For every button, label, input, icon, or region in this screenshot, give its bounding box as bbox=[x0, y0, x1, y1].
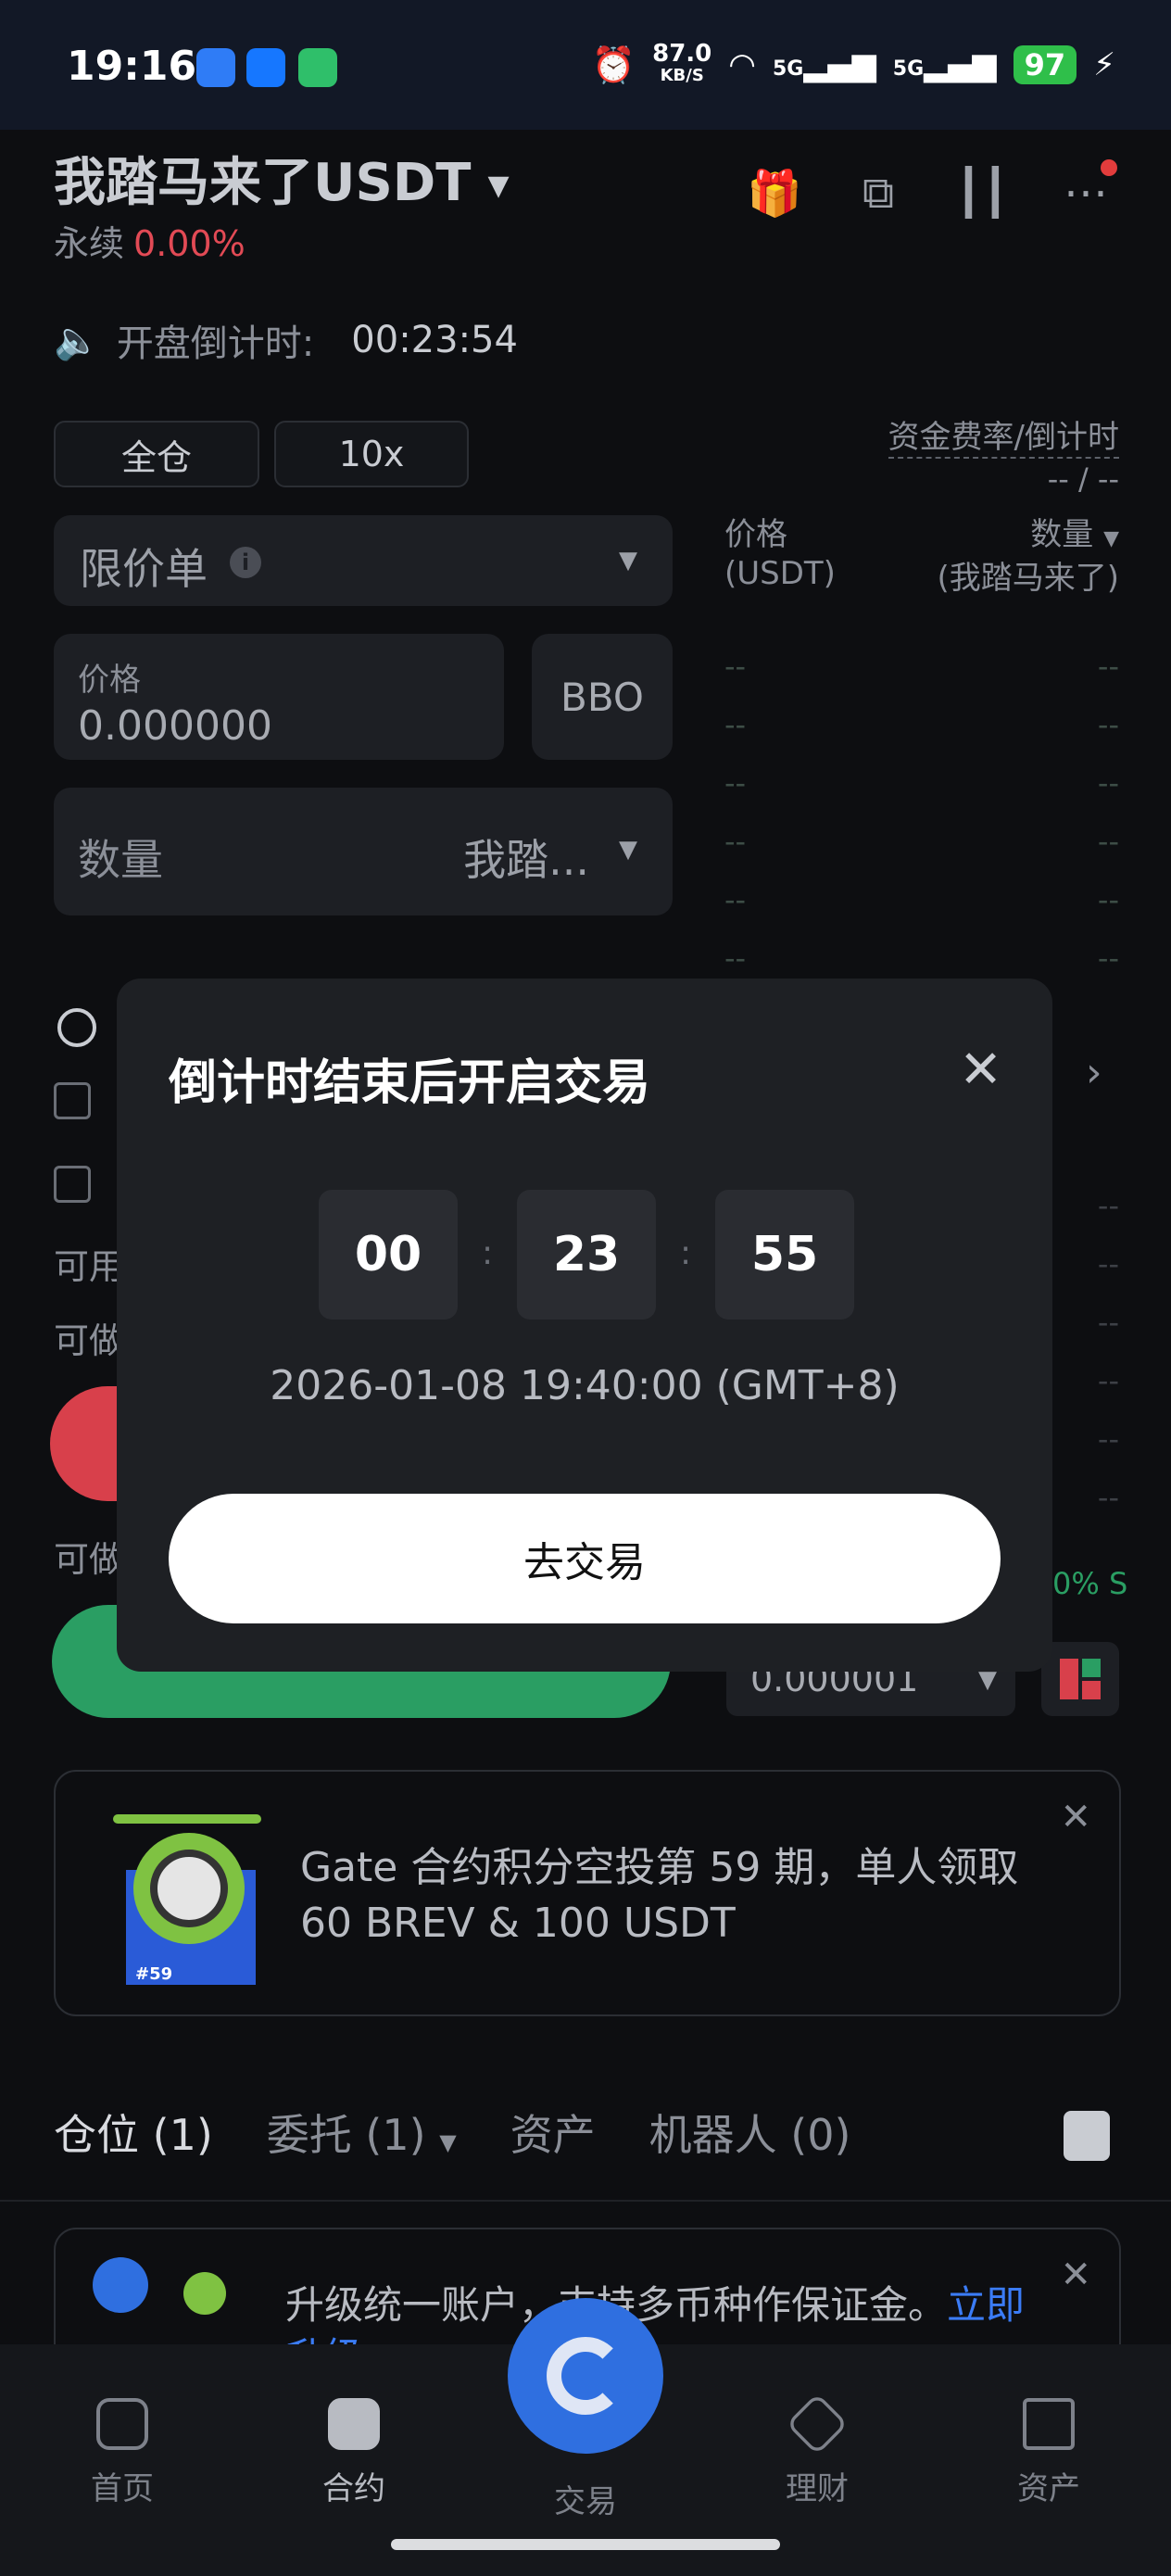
orderbook-asks-qty: -- -- -- -- -- -- bbox=[1097, 649, 1119, 976]
battery-indicator: 97 bbox=[1013, 45, 1077, 84]
promo-text: Gate 合约积分空投第 59 期，单人领取 60 BREV & 100 USD… bbox=[300, 1844, 1019, 1947]
chevron-down-icon: ▼ bbox=[619, 836, 637, 864]
margin-mode-button[interactable]: 全仓 bbox=[54, 421, 259, 487]
status-time: 19:16 bbox=[67, 43, 197, 90]
wallet-app-icon bbox=[298, 48, 337, 87]
tab-assets[interactable]: 资产 bbox=[510, 2102, 596, 2163]
countdown-modal: 倒计时结束后开启交易 ✕ 00 : 23 : 55 2026-01-08 19:… bbox=[117, 979, 1052, 1672]
info-icon[interactable]: i bbox=[230, 547, 261, 578]
chevron-down-icon: ▼ bbox=[619, 547, 637, 575]
orderbook-asks-prices: -- -- -- -- -- -- bbox=[724, 649, 747, 976]
contract-type: 永续 bbox=[54, 223, 125, 264]
alarm-icon: ⏰ bbox=[591, 44, 636, 85]
close-icon[interactable]: ✕ bbox=[959, 1040, 1002, 1100]
more-icon[interactable]: ⋯ bbox=[1058, 159, 1117, 222]
charging-icon: ⚡ bbox=[1093, 46, 1115, 83]
gate-app-icon bbox=[196, 48, 235, 87]
pair-name: 我踏马来了USDT bbox=[54, 153, 472, 213]
time-separator: : bbox=[680, 1234, 692, 1272]
orderbook-price-header: 价格 (USDT) bbox=[724, 516, 836, 592]
funding-rate-value: -- / -- bbox=[1047, 461, 1119, 497]
order-type-label: 限价单 bbox=[80, 544, 208, 594]
price-change: 0.00% bbox=[133, 223, 246, 264]
wallet-icon bbox=[1023, 2398, 1075, 2450]
max-open-label: 可做 bbox=[54, 1320, 125, 1361]
tab-positions[interactable]: 仓位 (1) bbox=[54, 2102, 213, 2163]
close-icon[interactable]: ✕ bbox=[1060, 2254, 1091, 2296]
bbo-button[interactable]: BBO bbox=[532, 634, 673, 760]
signal-icon: 5G▂▄▆ bbox=[772, 46, 876, 83]
quantity-slider[interactable] bbox=[57, 1008, 96, 1047]
gift-icon[interactable]: 🎁 bbox=[747, 167, 802, 222]
nav-futures[interactable]: 合约 bbox=[289, 2398, 419, 2508]
home-icon bbox=[96, 2398, 148, 2450]
max-open-label-2: 可做 bbox=[54, 1539, 125, 1580]
orderbook-bids-qty: -- -- -- -- -- -- bbox=[1097, 1188, 1119, 1515]
notification-dot bbox=[1101, 159, 1117, 176]
chevron-right-icon[interactable]: › bbox=[1086, 1049, 1102, 1096]
quantity-label: 数量 bbox=[78, 835, 163, 885]
candlestick-icon[interactable]: ┃┃ bbox=[954, 167, 1010, 222]
countdown-label: 开盘倒计时: bbox=[116, 322, 315, 365]
time-separator: : bbox=[482, 1234, 494, 1272]
nav-assets[interactable]: 资产 bbox=[984, 2398, 1114, 2508]
status-bar: 19:16 ⏰ 87.0 KB/S ◠ 5G▂▄▆ 5G▂▄▆ 97 ⚡ bbox=[0, 0, 1171, 130]
position-tabs: 仓位 (1) 委托 (1) ▼ 资产 机器人 (0) bbox=[54, 2102, 850, 2163]
orderbook-qty-header[interactable]: 数量 ▼ (我踏马来了) bbox=[937, 515, 1119, 598]
pair-selector[interactable]: 我踏马来了USDT ▼ bbox=[54, 141, 510, 216]
contract-info: 永续 0.00% bbox=[54, 215, 246, 266]
trade-fab-button[interactable] bbox=[508, 2298, 663, 2454]
quantity-unit[interactable]: 我踏... bbox=[463, 827, 589, 888]
promo-illustration: #59 bbox=[113, 1809, 261, 1985]
history-icon[interactable] bbox=[1064, 2111, 1110, 2161]
gate-logo-icon bbox=[547, 2337, 624, 2415]
nav-trade[interactable]: 交易 bbox=[521, 2476, 650, 2521]
futures-icon bbox=[328, 2398, 380, 2450]
buy-sell-ratio: 0% S bbox=[1052, 1566, 1128, 1601]
price-input[interactable]: 价格 0.000000 bbox=[54, 634, 504, 760]
go-trade-button[interactable]: 去交易 bbox=[169, 1494, 1001, 1623]
alipay-icon bbox=[246, 48, 285, 87]
nav-home[interactable]: 首页 bbox=[57, 2398, 187, 2508]
quantity-input[interactable]: 数量 我踏... ▼ bbox=[54, 788, 673, 915]
signal-icon-2: 5G▂▄▆ bbox=[892, 46, 997, 83]
close-icon[interactable]: ✕ bbox=[1060, 1796, 1091, 1838]
status-indicators: ⏰ 87.0 KB/S ◠ 5G▂▄▆ 5G▂▄▆ 97 ⚡ bbox=[591, 40, 1115, 87]
open-countdown: 🔈 开盘倒计时: 00:23:54 bbox=[54, 313, 518, 367]
open-datetime: 2026-01-08 19:40:00 (GMT+8) bbox=[270, 1362, 900, 1409]
price-value: 0.000000 bbox=[78, 702, 272, 750]
airdrop-promo-banner[interactable]: #59 Gate 合约积分空投第 59 期，单人领取 60 BREV & 100… bbox=[54, 1770, 1121, 2016]
speaker-icon: 🔈 bbox=[54, 319, 100, 362]
available-label: 可用 bbox=[54, 1246, 125, 1287]
home-indicator bbox=[391, 2539, 780, 2550]
tpsl-checkbox[interactable] bbox=[54, 1082, 91, 1119]
reduce-only-checkbox[interactable] bbox=[54, 1166, 91, 1203]
countdown-value: 00:23:54 bbox=[351, 319, 518, 361]
chart-settings-icon[interactable]: ⧉ bbox=[850, 167, 906, 222]
leverage-button[interactable]: 10x bbox=[274, 421, 469, 487]
price-label: 价格 bbox=[78, 662, 141, 699]
chevron-down-icon: ▼ bbox=[487, 170, 510, 203]
upgrade-illustration-dot bbox=[183, 2272, 226, 2315]
countdown-hours: 00 bbox=[319, 1190, 458, 1320]
funding-rate-label[interactable]: 资金费率/倒计时 bbox=[888, 411, 1119, 459]
countdown-seconds: 55 bbox=[715, 1190, 854, 1320]
orderbook-layout-icon[interactable] bbox=[1041, 1642, 1119, 1716]
tab-bots[interactable]: 机器人 (0) bbox=[649, 2102, 851, 2163]
countdown-minutes: 23 bbox=[517, 1190, 656, 1320]
wifi-icon: ◠ bbox=[728, 46, 756, 83]
net-speed: 87.0 KB/S bbox=[652, 40, 712, 85]
modal-title: 倒计时结束后开启交易 bbox=[169, 1055, 651, 1111]
divider bbox=[0, 2200, 1171, 2202]
nav-earn[interactable]: 理财 bbox=[752, 2393, 882, 2508]
earn-icon bbox=[786, 2393, 849, 2456]
order-type-select[interactable]: 限价单 i ▼ bbox=[54, 515, 673, 606]
upgrade-illustration bbox=[93, 2257, 148, 2313]
tab-orders[interactable]: 委托 (1) ▼ bbox=[267, 2102, 457, 2163]
